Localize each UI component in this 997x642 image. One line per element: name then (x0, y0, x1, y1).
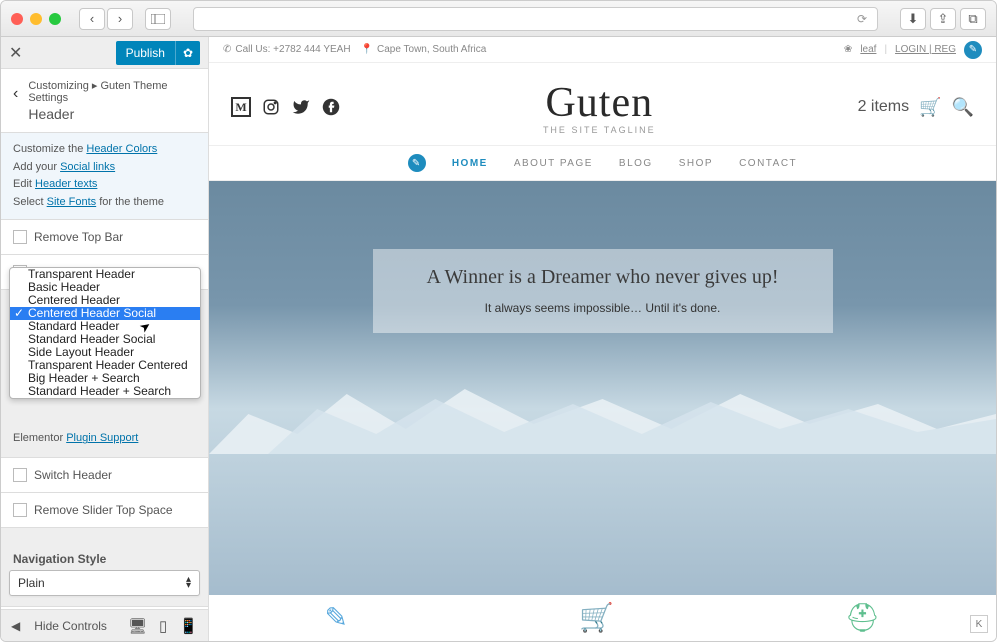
nav-item-about[interactable]: ABOUT PAGE (514, 158, 593, 169)
nav-item-contact[interactable]: CONTACT (739, 158, 797, 169)
address-bar[interactable]: ⟳ (193, 7, 878, 31)
site-preview: ✆ Call Us: +2782 444 YEAH 📍 Cape Town, S… (209, 37, 996, 641)
search-icon[interactable]: 🔍 (952, 97, 974, 118)
site-header: M Guten THE SITE TAGLINE 2 items 🛒 🔍 (209, 63, 996, 145)
breadcrumb: Customizing ▸ Guten Theme Settings (28, 79, 196, 104)
login-link[interactable]: LOGIN | REG (895, 44, 956, 55)
cart-items-text[interactable]: 2 items (858, 98, 910, 116)
map-pin-icon: 📍 (361, 44, 373, 55)
minimize-window-button[interactable] (30, 13, 42, 25)
site-logo[interactable]: Guten THE SITE TAGLINE (543, 79, 656, 135)
nav-item-shop[interactable]: SHOP (679, 158, 713, 169)
reload-icon[interactable]: ⟳ (857, 12, 867, 26)
back-button[interactable]: ‹ (79, 8, 105, 30)
desktop-preview-icon[interactable]: 🖥 (128, 617, 147, 635)
header-utilities: 2 items 🛒 🔍 (858, 97, 974, 118)
tabs-button[interactable]: ⧉ (960, 8, 986, 30)
social-icons: M (231, 97, 341, 117)
feature-icons-row: ✎ 🛒 ⛑ (209, 595, 996, 641)
publish-button[interactable]: Publish (116, 41, 175, 65)
main-navigation: ✎ HOME ABOUT PAGE BLOG SHOP CONTACT (209, 145, 996, 181)
k-indicator: K (970, 615, 988, 633)
info-panel: Customize the Header Colors Add your Soc… (1, 133, 208, 220)
phone-icon: ✆ (223, 44, 231, 55)
tablet-preview-icon[interactable]: ▯ (159, 617, 167, 635)
downloads-button[interactable]: ⬇ (900, 8, 926, 30)
select-chevrons-icon: ▴▾ (186, 577, 191, 589)
sidebar-toggle-button[interactable] (145, 8, 171, 30)
header-layout-dropdown[interactable]: Transparent HeaderBasic HeaderCentered H… (9, 267, 201, 399)
back-arrow-button[interactable]: ‹ (13, 79, 18, 103)
hero-title: A Winner is a Dreamer who never gives up… (393, 263, 813, 291)
leaf-icon: ❀ (844, 44, 852, 55)
collapse-icon[interactable]: ◀ (11, 619, 20, 633)
topbar-call-text: Call Us: +2782 444 YEAH (235, 44, 350, 55)
site-topbar: ✆ Call Us: +2782 444 YEAH 📍 Cape Town, S… (209, 37, 996, 63)
remove-slider-option[interactable]: Remove Slider Top Space (1, 493, 208, 528)
close-customizer-button[interactable]: ✕ (9, 43, 22, 63)
site-fonts-link[interactable]: Site Fonts (47, 196, 97, 208)
customizer-footer: ◀ Hide Controls 🖥 ▯ 📱 (1, 609, 208, 641)
maximize-window-button[interactable] (49, 13, 61, 25)
nav-item-home[interactable]: HOME (452, 158, 488, 169)
elementor-note: Elementor Plugin Support (1, 430, 208, 457)
checkbox-icon[interactable] (13, 230, 27, 244)
hero-caption: A Winner is a Dreamer who never gives up… (373, 249, 833, 333)
plugin-support-link[interactable]: Plugin Support (66, 432, 138, 444)
dropdown-option[interactable]: Standard Header + Search (10, 385, 200, 398)
twitter-icon[interactable] (291, 97, 311, 117)
social-links-link[interactable]: Social links (60, 161, 115, 173)
instagram-icon[interactable] (261, 97, 281, 117)
window-controls (11, 13, 61, 25)
edit-feature-icon: ✎ (325, 601, 348, 634)
header-texts-link[interactable]: Header texts (35, 178, 97, 190)
cart-feature-icon: 🛒 (579, 601, 614, 634)
topbar-location-text: Cape Town, South Africa (377, 44, 486, 55)
support-feature-icon: ⛑ (845, 601, 881, 634)
switch-header-option[interactable]: Switch Header (1, 457, 208, 493)
close-window-button[interactable] (11, 13, 23, 25)
publish-settings-button[interactable]: ✿ (175, 41, 200, 65)
customizer-sidebar: ✕ Publish ✿ ‹ Customizing ▸ Guten Theme … (1, 37, 209, 641)
hero-subtitle: It always seems impossible… Until it's d… (393, 301, 813, 315)
medium-icon[interactable]: M (231, 97, 251, 117)
header-colors-link[interactable]: Header Colors (86, 143, 157, 155)
remove-topbar-option[interactable]: Remove Top Bar (1, 220, 208, 255)
share-button[interactable]: ⇪ (930, 8, 956, 30)
leaf-link[interactable]: leaf (860, 44, 876, 55)
cart-icon[interactable]: 🛒 (919, 97, 941, 118)
nav-item-blog[interactable]: BLOG (619, 158, 653, 169)
checkbox-icon[interactable] (13, 503, 27, 517)
hero-slider: A Winner is a Dreamer who never gives up… (209, 181, 996, 595)
nav-style-select[interactable]: Plain ▴▾ (9, 570, 200, 596)
browser-titlebar: ‹ › ⟳ ⬇ ⇪ ⧉ (1, 1, 996, 37)
section-title: Header (28, 106, 196, 122)
nav-style-heading: Navigation Style (1, 542, 208, 570)
mobile-preview-icon[interactable]: 📱 (179, 617, 198, 635)
edit-shortcut-icon[interactable]: ✎ (408, 154, 426, 172)
facebook-icon[interactable] (321, 97, 341, 117)
checkbox-icon[interactable] (13, 468, 27, 482)
forward-button[interactable]: › (107, 8, 133, 30)
hide-controls-button[interactable]: Hide Controls (34, 619, 107, 633)
edit-shortcut-icon[interactable]: ✎ (964, 41, 982, 59)
